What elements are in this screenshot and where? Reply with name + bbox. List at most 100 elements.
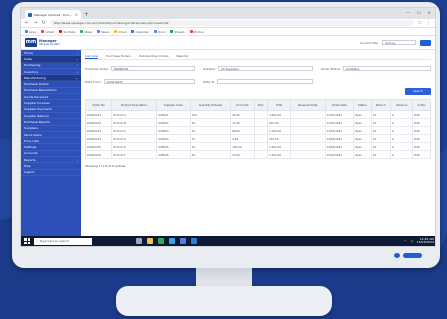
- date-to-input[interactable]: [217, 79, 313, 84]
- column-header[interactable]: Status: [352, 99, 372, 111]
- volume-icon[interactable]: ◁: [410, 239, 412, 243]
- bookmark-item[interactable]: Drive: [114, 30, 126, 34]
- monitor-stand-base: [116, 286, 332, 316]
- url-input[interactable]: http://www.manager.com.au/intranet/purch…: [49, 20, 414, 26]
- table-cell: 12.50: [230, 118, 255, 127]
- sidebar-item-logout[interactable]: Logout: [21, 170, 81, 176]
- tab-outstanding-orders[interactable]: Outstanding Orders: [139, 54, 169, 58]
- table-cell: 9.90: [230, 134, 255, 143]
- menu-icon[interactable]: ⋮: [426, 20, 431, 26]
- header-action-button[interactable]: [420, 39, 431, 46]
- taskbar-search-input[interactable]: ⌕ Type here to search: [34, 237, 92, 245]
- tab-purchase-orders[interactable]: Purchase Orders: [106, 54, 131, 58]
- file-explorer-icon[interactable]: [147, 238, 153, 244]
- mail-icon[interactable]: [191, 238, 197, 244]
- table-body: PO000231 Product A SUP001 100 45.00 4,500.00 1…: [84, 110, 431, 159]
- table-cell: SUP001: [156, 110, 191, 119]
- table-cell[interactable]: Edit: [412, 134, 431, 143]
- column-header[interactable]: Order Date: [324, 99, 354, 111]
- order-status-select[interactable]: All Status: [343, 66, 431, 71]
- supplier-select[interactable]: All Suppliers: [218, 66, 313, 71]
- column-header[interactable]: Disc: [253, 99, 269, 111]
- column-header[interactable]: Variance: [389, 99, 414, 111]
- system-tray: ◠ ◁ 10:45 AM 15/03/2024: [404, 237, 434, 245]
- taskbar-apps: [136, 238, 197, 244]
- tab-list-view[interactable]: List View: [85, 54, 99, 59]
- table-cell: [290, 150, 326, 159]
- bookmark-item[interactable]: Maps: [80, 30, 92, 34]
- filter-label: Order Status: [321, 66, 341, 71]
- chrome-icon[interactable]: [158, 238, 164, 244]
- column-header[interactable]: Quantity Ordered: [189, 99, 232, 111]
- maximize-icon[interactable]: ☐: [417, 10, 421, 15]
- new-tab-button[interactable]: +: [84, 10, 89, 19]
- wifi-icon[interactable]: ◠: [404, 239, 407, 243]
- chevron-right-icon: ›: [76, 157, 78, 162]
- bookmark-item[interactable]: Gmail: [41, 30, 54, 34]
- bookmark-item[interactable]: YouTube: [59, 30, 75, 34]
- task-view-icon[interactable]: [136, 238, 142, 244]
- app-logo[interactable]: mm Manager Intranet System: [25, 38, 60, 47]
- purchase-order-input[interactable]: PO000231: [111, 66, 195, 71]
- chevron-right-icon: ›: [76, 63, 78, 68]
- table-cell: 120.00: [230, 142, 255, 151]
- table-cell: 0: [389, 142, 414, 151]
- table-cell[interactable]: Edit: [412, 126, 431, 135]
- reload-icon[interactable]: ↻: [41, 20, 45, 26]
- minimize-icon[interactable]: —: [406, 10, 410, 15]
- bookmark-item[interactable]: Docs: [153, 30, 165, 34]
- table-cell[interactable]: Edit: [412, 142, 431, 151]
- tab-reports[interactable]: Reports: [177, 54, 189, 58]
- table-cell: PO000235: [84, 142, 113, 151]
- table-cell: Open: [352, 134, 372, 143]
- close-window-icon[interactable]: ✕: [428, 10, 431, 15]
- site-select[interactable]: Sydney: [382, 40, 416, 45]
- column-header[interactable]: Unit Cost: [230, 99, 255, 111]
- column-header[interactable]: Branch: [370, 99, 391, 111]
- browser-tab[interactable]: Manager Intranet - Purc... ×: [25, 10, 81, 19]
- column-header[interactable]: Received Date: [290, 99, 326, 111]
- forward-icon[interactable]: →: [33, 20, 37, 26]
- column-header[interactable]: Order No: [84, 99, 113, 111]
- main-content: List View Purchase Orders Outstanding Or…: [81, 50, 435, 236]
- windows-start-icon[interactable]: [24, 238, 30, 244]
- table-header-row: Order No Product Description Supplier Co…: [84, 99, 431, 111]
- table-row[interactable]: PO000232 Product B SUP002 50 12.50 625.00 12/0…: [84, 118, 431, 127]
- search-icon: ⌕: [36, 239, 38, 243]
- monitor: Manager Intranet - Purc... × + — ☐ ✕ ← →…: [12, 2, 440, 268]
- table-row[interactable]: PO000235 Product E SUP005 10 120.00 1,200.00 1…: [84, 142, 431, 151]
- star-icon[interactable]: ☆: [418, 20, 422, 26]
- table-row[interactable]: PO000236 Product F SUP006 40 33.00 1,320.00 15…: [84, 150, 431, 159]
- table-cell: [290, 134, 326, 143]
- table-cell[interactable]: Edit: [412, 150, 431, 159]
- bookmark-item[interactable]: Calendar: [131, 30, 149, 34]
- search-button[interactable]: Search: [405, 88, 431, 95]
- edge-icon[interactable]: [169, 238, 175, 244]
- column-header[interactable]: Total: [267, 99, 292, 111]
- table-cell[interactable]: Edit: [412, 118, 431, 127]
- table-row[interactable]: PO000233 Product C SUP003 20 88.00 1,760.00 13…: [84, 126, 431, 135]
- filter-label: Date From: [85, 79, 101, 84]
- table-cell: 02: [370, 142, 391, 151]
- table-cell: [253, 150, 269, 159]
- column-header[interactable]: Product Description: [111, 99, 158, 111]
- column-header[interactable]: Supplier Code: [156, 99, 191, 111]
- clock-date[interactable]: 15/03/2024: [417, 240, 434, 245]
- bookmark-item[interactable]: Sheets: [170, 30, 185, 34]
- table-cell[interactable]: Edit: [412, 110, 431, 119]
- table-row[interactable]: PO000234 Product D SUP004 75 9.90 742.50 14/03…: [84, 134, 431, 143]
- table-cell: Open: [352, 118, 372, 127]
- back-icon[interactable]: ←: [25, 20, 29, 26]
- table-row[interactable]: PO000231 Product A SUP001 100 45.00 4,500.00 1…: [84, 110, 431, 119]
- store-icon[interactable]: [180, 238, 186, 244]
- table-footer: Showing 1 to 6 of 6 entries: [85, 164, 126, 168]
- address-bar: ← → ↻ http://www.manager.com.au/intranet…: [21, 19, 435, 28]
- bookmark-item[interactable]: News: [97, 30, 109, 34]
- column-header[interactable]: Action: [412, 99, 431, 111]
- date-from-input[interactable]: 01/01/2024: [103, 79, 195, 84]
- table-cell: Product B: [111, 118, 158, 127]
- close-icon[interactable]: ×: [75, 12, 78, 17]
- bookmark-item[interactable]: Photos: [189, 30, 204, 34]
- table-cell: 02: [370, 126, 391, 135]
- bookmark-item[interactable]: Apps: [25, 30, 36, 34]
